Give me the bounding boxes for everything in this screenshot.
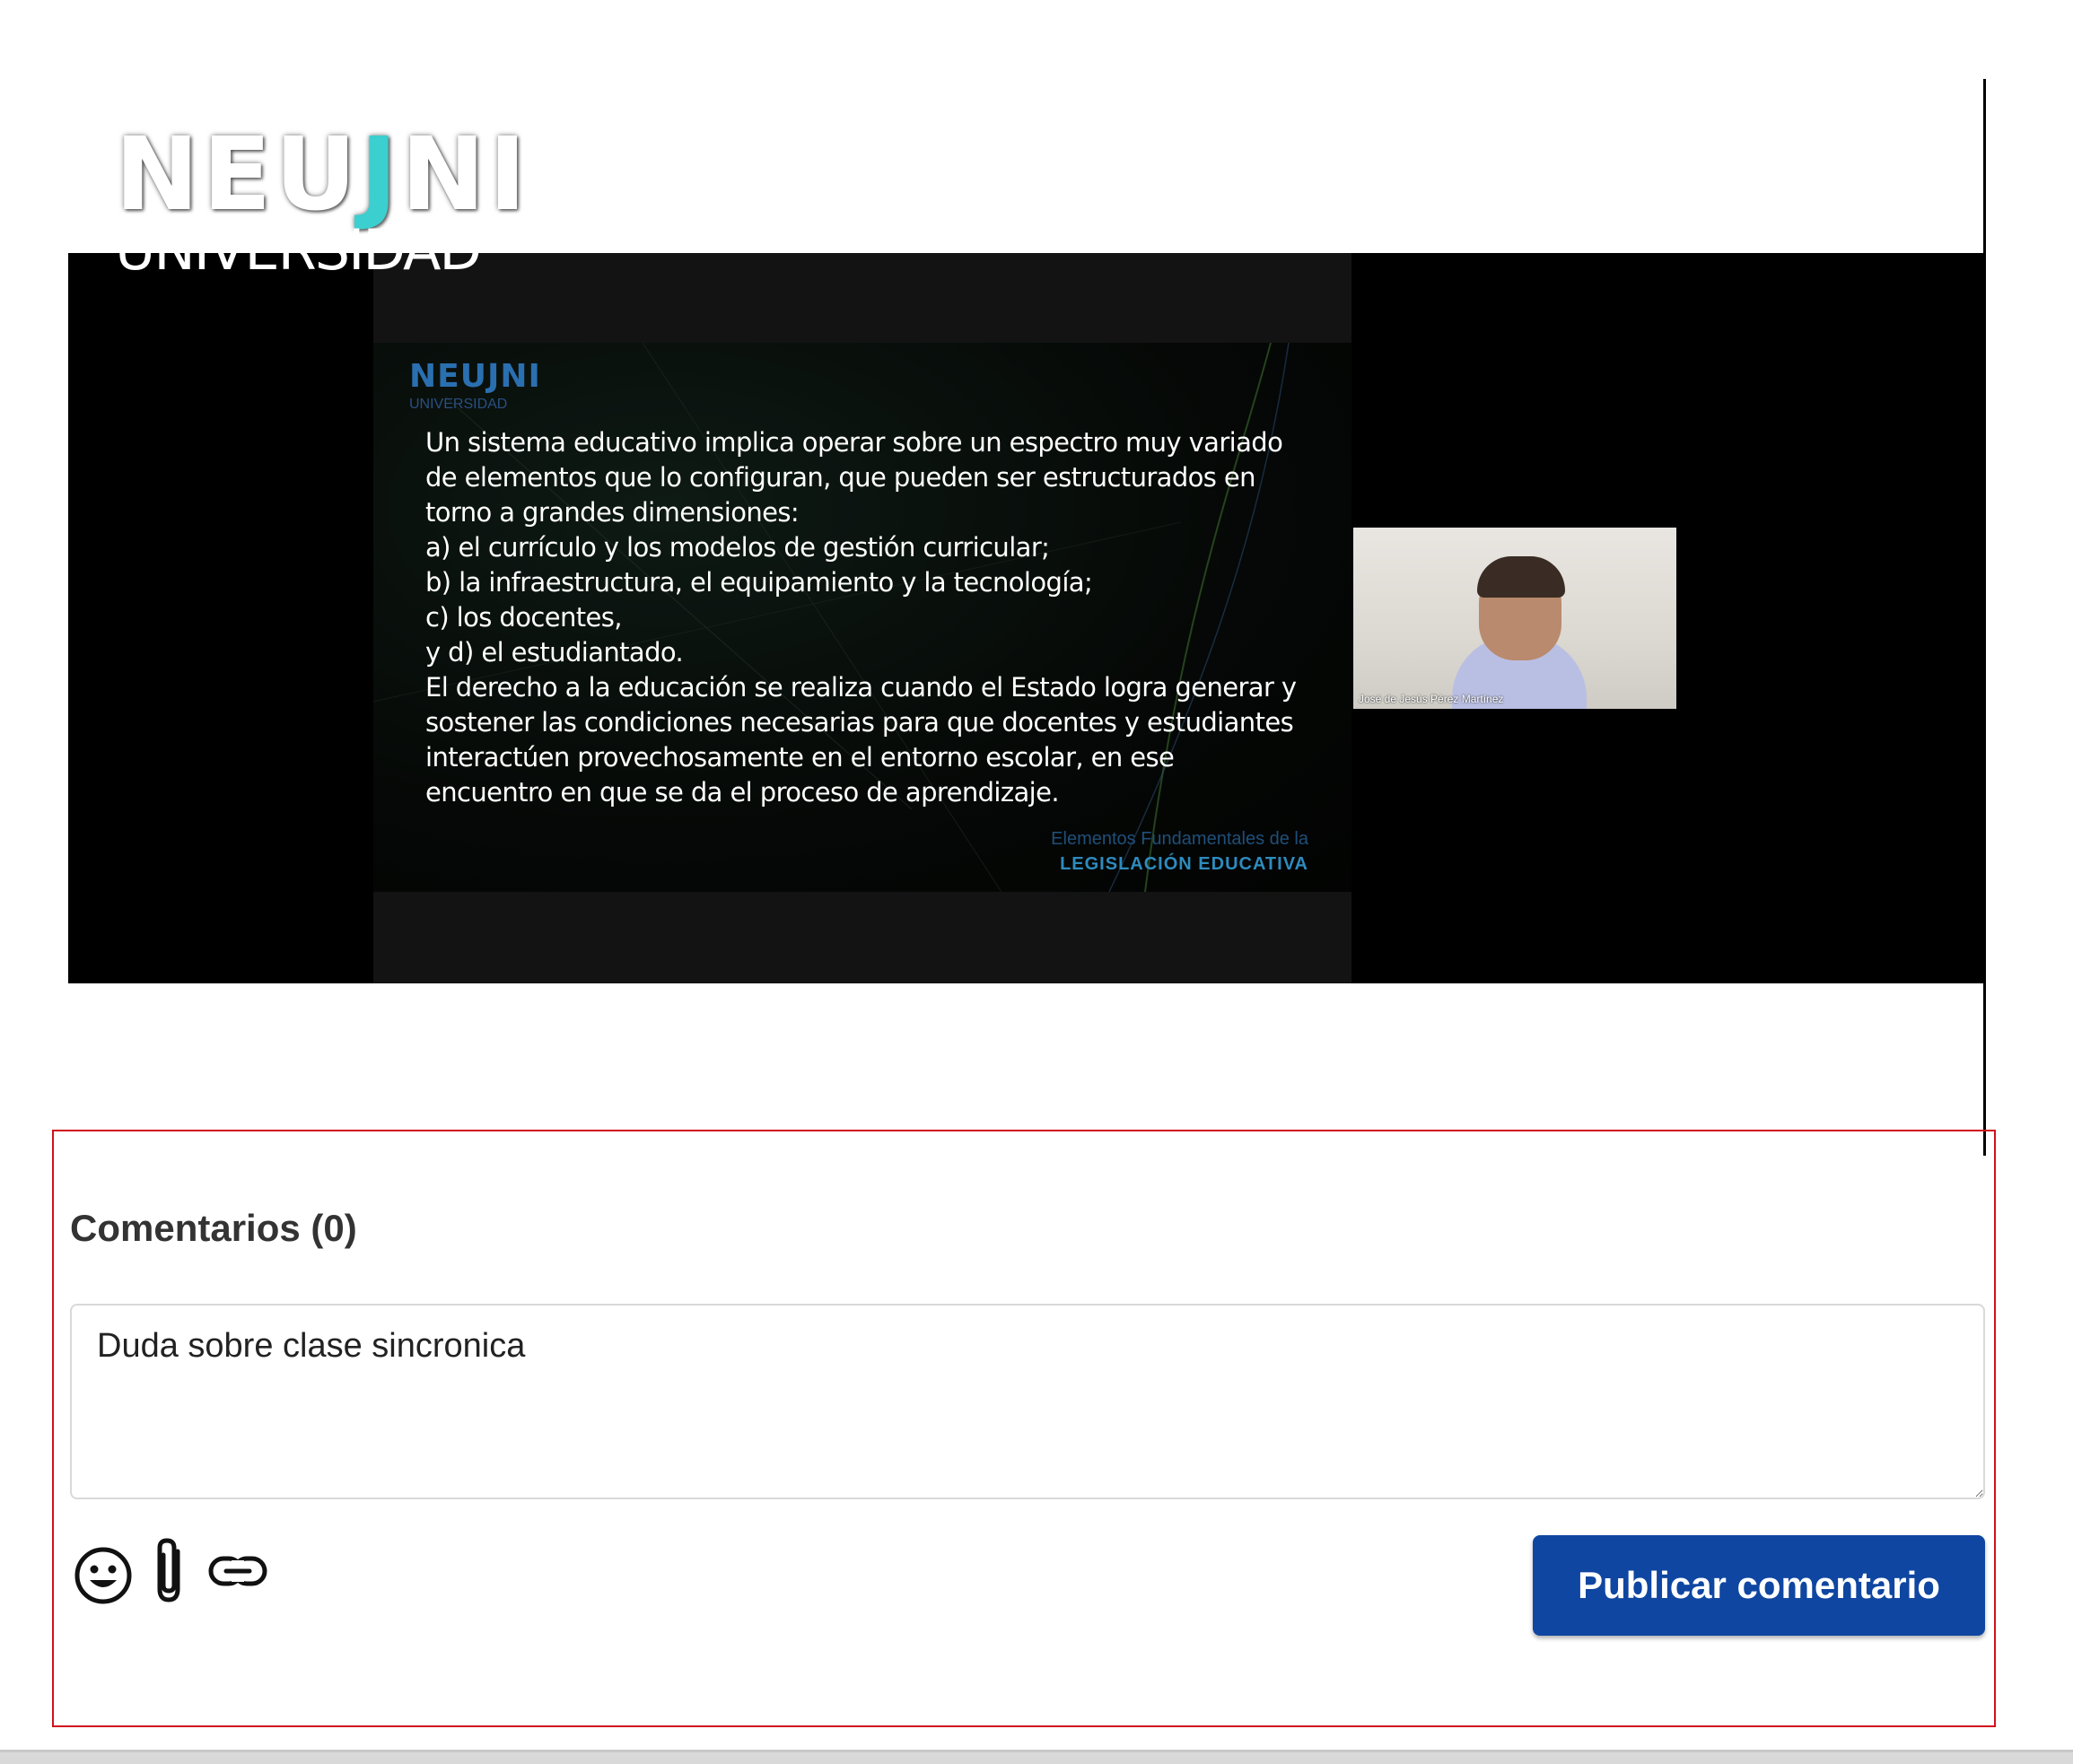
paperclip-icon[interactable]: [147, 1535, 190, 1611]
slide-line: Un sistema educativo implica operar sobr…: [425, 427, 1283, 458]
publish-comment-button[interactable]: Publicar comentario: [1533, 1535, 1985, 1636]
logo-subtitle: UNIVERSIDAD: [115, 217, 482, 283]
slide-line: torno a grandes dimensiones:: [425, 497, 800, 528]
comments-title: Comentarios (0): [70, 1207, 357, 1249]
webcam-person-hair: [1477, 556, 1565, 598]
slide-text: Un sistema educativo implica operar sobr…: [425, 425, 1332, 810]
slide-line: sostener las condiciones necesarias para…: [425, 707, 1294, 738]
link-icon[interactable]: [206, 1550, 269, 1599]
slide-line: interactúen provechosamente en el entorn…: [425, 742, 1175, 773]
slide-line: encuentro en que se da el proceso de apr…: [425, 777, 1060, 808]
presentation-slide: NEUJNI UNIVERSIDAD Un sistema educativo …: [373, 343, 1351, 892]
slide-line: a) el currículo y los modelos de gestión…: [425, 532, 1050, 563]
comments-section: Comentarios (0) Duda sobre clase sincron…: [52, 1130, 1996, 1727]
slide-line: b) la infraestructura, el equipamiento y…: [425, 567, 1093, 598]
slide-line: de elementos que lo configuran, que pued…: [425, 462, 1256, 493]
bottom-scrollbar-edge: [0, 1750, 2073, 1764]
slide-line: y d) el estudiantado.: [425, 637, 684, 668]
webcam-name-label: José de Jesús Pérez Martínez: [1359, 693, 1504, 705]
emoji-icon[interactable]: [72, 1544, 135, 1611]
logo-part: NEU: [115, 117, 361, 233]
logo-wordmark: NEUJNI: [115, 125, 526, 225]
neuni-logo: NEUJNI UNIVERSIDAD: [115, 125, 526, 283]
slide-logo-subtitle: UNIVERSIDAD: [409, 397, 508, 412]
slide-footer-subtitle: Elementos Fundamentales de la: [1051, 829, 1308, 849]
logo-accent-letter: J: [360, 117, 401, 233]
logo-part: NI: [400, 117, 530, 233]
webcam-thumbnail: José de Jesús Pérez Martínez: [1353, 528, 1676, 709]
video-player[interactable]: NEUJNI UNIVERSIDAD Un sistema educativo …: [68, 253, 1985, 983]
slide-line: El derecho a la educación se realiza cua…: [425, 672, 1297, 703]
slide-logo: NEUJNI: [409, 358, 541, 395]
comment-input[interactable]: Duda sobre clase sincronica: [70, 1304, 1985, 1499]
slide-footer-title: LEGISLACIÓN EDUCATIVA: [1060, 854, 1308, 874]
slide-line: c) los docentes,: [425, 602, 622, 633]
